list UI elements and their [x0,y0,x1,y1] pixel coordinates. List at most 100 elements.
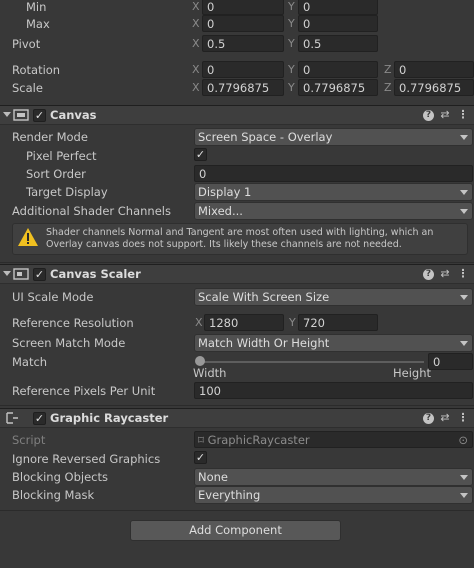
blocking-mask-row: Blocking Mask Everything [0,486,474,504]
ui-scale-mode-label: UI Scale Mode [12,290,94,304]
rotation-y-field[interactable]: 0 [298,61,378,78]
shader-channels-value: Mixed... [198,204,243,218]
rotation-z-field[interactable]: 0 [394,61,474,78]
chevron-down-icon [460,295,468,300]
ref-res-y-field[interactable]: 720 [298,314,378,331]
screen-match-mode-label: Screen Match Mode [12,336,126,350]
reference-ppu-field[interactable]: 100 [194,382,473,399]
anchor-max-y-field[interactable]: 0 [298,15,378,32]
section-divider [0,262,474,263]
render-mode-row: Render Mode Screen Space - Overlay [0,128,474,146]
render-mode-dropdown[interactable]: Screen Space - Overlay [194,128,473,146]
scale-y-field[interactable]: 0.7796875 [298,79,378,96]
rotation-y-axis: Y [288,63,295,76]
scale-y-axis: Y [288,81,295,94]
ref-res-x-field[interactable]: 1280 [204,314,284,331]
scale-label: Scale [12,81,43,95]
rotation-row: Rotation X 0 Y 0 Z 0 [0,61,474,79]
reference-ppu-row: Reference Pixels Per Unit 100 [0,382,474,400]
chevron-down-icon [460,493,468,498]
render-mode-value: Screen Space - Overlay [198,130,333,144]
screen-match-mode-value: Match Width Or Height [198,336,330,350]
graphic-raycaster-header[interactable]: ✓ Graphic Raycaster ? ⇄ ⋮ [0,408,474,428]
script-row: Script ⌑ GraphicRaycaster ⊙ [0,431,474,449]
ui-scale-mode-dropdown[interactable]: Scale With Screen Size [194,288,473,306]
help-icon[interactable]: ? [423,110,434,121]
match-value-field[interactable]: 0 [428,353,473,370]
target-display-value: Display 1 [198,185,252,199]
sliders-icon[interactable]: ⇄ [438,411,452,425]
scale-row: Scale X 0.7796875 Y 0.7796875 Z 0.779687… [0,79,474,97]
help-icon[interactable]: ? [423,413,434,424]
target-display-dropdown[interactable]: Display 1 [194,183,473,201]
blocking-mask-label: Blocking Mask [12,488,95,502]
pivot-y-field[interactable]: 0.5 [298,35,378,52]
match-label: Match [12,355,48,369]
foldout-arrow-icon[interactable] [3,271,11,276]
anchor-max-label: Max [26,17,50,31]
sliders-icon[interactable]: ⇄ [438,108,452,122]
shader-channels-dropdown[interactable]: Mixed... [194,202,473,220]
foldout-arrow-icon[interactable] [3,112,11,117]
canvas-component-header[interactable]: ✓ Canvas ? ⇄ ⋮ [0,105,474,125]
screen-match-mode-dropdown[interactable]: Match Width Or Height [194,334,473,352]
kebab-menu-icon[interactable]: ⋮ [456,108,470,122]
ui-scale-mode-value: Scale With Screen Size [198,290,330,304]
anchor-max-row: Max X 0 Y 0 [0,15,474,33]
pixel-perfect-label: Pixel Perfect [26,149,97,163]
ignore-reversed-row: Ignore Reversed Graphics ✓ [0,450,474,468]
sliders-icon[interactable]: ⇄ [438,267,452,281]
match-width-label: Width [193,366,227,380]
sort-order-label: Sort Order [26,167,86,181]
anchor-min-x-field[interactable]: 0 [202,0,284,15]
add-component-button[interactable]: Add Component [130,520,341,541]
pivot-y-axis: Y [288,37,295,50]
script-field: ⌑ GraphicRaycaster ⊙ [194,431,473,448]
pivot-x-field[interactable]: 0.5 [202,35,284,52]
blocking-mask-value: Everything [198,488,261,502]
blocking-objects-dropdown[interactable]: None [194,468,473,486]
ignore-reversed-label: Ignore Reversed Graphics [12,452,161,466]
help-icon[interactable]: ? [423,269,434,280]
sort-order-row: Sort Order 0 [0,165,474,183]
anchor-min-y-axis: Y [288,0,295,13]
ref-res-y-axis: Y [289,316,296,329]
chevron-down-icon [460,341,468,346]
blocking-mask-dropdown[interactable]: Everything [194,486,473,504]
sort-order-field[interactable]: 0 [194,165,473,182]
match-height-label: Height [393,366,432,380]
chevron-down-icon [460,209,468,214]
match-slider-track[interactable] [199,361,424,363]
section-divider [0,405,474,406]
chevron-down-icon [460,135,468,140]
anchor-max-x-field[interactable]: 0 [202,15,284,32]
kebab-menu-icon[interactable]: ⋮ [456,267,470,281]
scale-x-field[interactable]: 0.7796875 [202,79,284,96]
anchor-min-y-field[interactable]: 0 [298,0,378,15]
pixel-perfect-row: Pixel Perfect ✓ [0,147,474,165]
canvas-scaler-icon [13,267,29,284]
pixel-perfect-checkbox[interactable]: ✓ [194,148,207,161]
chevron-down-icon [460,475,468,480]
object-picker-icon[interactable]: ⊙ [458,432,468,447]
canvas-scaler-title: Canvas Scaler [50,267,141,281]
canvas-enabled-checkbox[interactable]: ✓ [33,109,46,122]
canvas-scaler-header[interactable]: ✓ Canvas Scaler ? ⇄ ⋮ [0,264,474,284]
kebab-menu-icon[interactable]: ⋮ [456,411,470,425]
anchor-min-label: Min [26,0,47,14]
scale-z-field[interactable]: 0.7796875 [394,79,474,96]
ignore-reversed-checkbox[interactable]: ✓ [194,451,207,464]
reference-resolution-row: Reference Resolution X 1280 Y 720 [0,314,474,332]
target-display-row: Target Display Display 1 [0,183,474,201]
warning-icon [17,227,39,250]
blocking-objects-value: None [198,470,229,484]
rotation-x-field[interactable]: 0 [202,61,284,78]
graphic-raycaster-enabled-checkbox[interactable]: ✓ [33,412,46,425]
pivot-x-axis: X [192,37,200,50]
warning-message: Shader channels Normal and Tangent are m… [46,227,434,250]
canvas-scaler-enabled-checkbox[interactable]: ✓ [33,268,46,281]
anchor-min-row: Min X 0 Y 0 [0,0,474,16]
rotation-z-axis: Z [384,63,392,76]
shader-channels-row: Additional Shader Channels Mixed... [0,202,474,220]
script-file-icon: ⌑ [198,433,204,447]
